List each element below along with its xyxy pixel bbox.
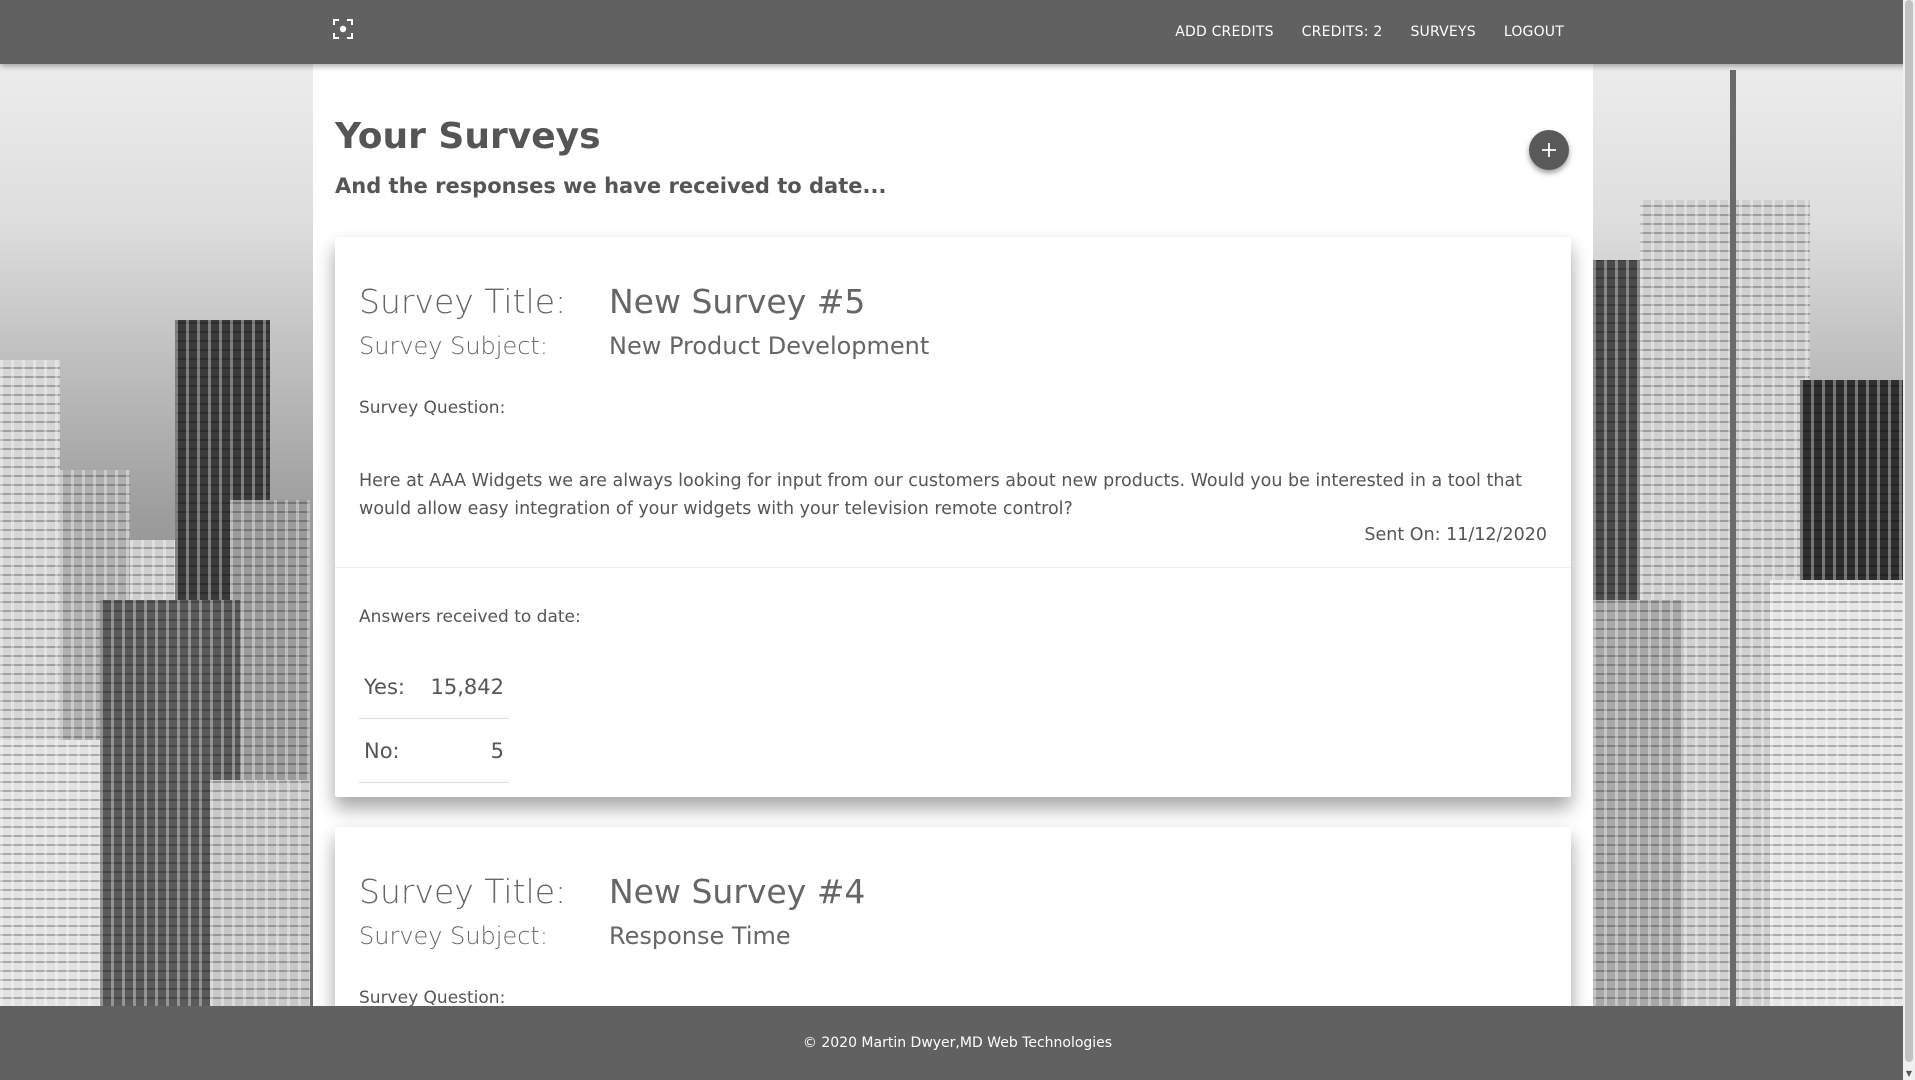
survey-question-text: Here at AAA Widgets we are always lookin… — [359, 471, 1523, 519]
survey-subject-value: New Product Development — [609, 332, 930, 360]
top-navbar: ADD CREDITS CREDITS: 2 SURVEYS LOGOUT — [0, 0, 1915, 64]
survey-title-value: New Survey #4 — [609, 872, 866, 911]
survey-subject-label: Survey Subject: — [359, 922, 548, 950]
survey-card: Survey Title: New Survey #5 Survey Subje… — [335, 237, 1571, 797]
page-subtitle: And the responses we have received to da… — [335, 174, 887, 198]
sent-on-date: Sent On: 11/12/2020 — [1364, 525, 1547, 545]
answers-received-label: Answers received to date: — [359, 607, 581, 627]
new-survey-button[interactable] — [1529, 130, 1569, 170]
nav-links: ADD CREDITS CREDITS: 2 SURVEYS LOGOUT — [1161, 0, 1578, 64]
answer-no-label: No: — [364, 738, 400, 763]
survey-title-label: Survey Title: — [359, 872, 567, 911]
answer-no-count: 5 — [490, 738, 504, 763]
logout-link[interactable]: LOGOUT — [1490, 24, 1578, 40]
answer-yes-label: Yes: — [364, 674, 405, 699]
footer-copyright: © 2020 Martin Dwyer,MD Web Technologies — [802, 1035, 1113, 1051]
survey-question-label: Survey Question: — [359, 398, 506, 418]
survey-question-label: Survey Question: — [359, 988, 506, 1006]
focus-frame-icon[interactable] — [333, 19, 353, 39]
page-title: Your Surveys — [335, 116, 601, 157]
add-credits-link[interactable]: ADD CREDITS — [1161, 24, 1287, 40]
credits-count-link[interactable]: CREDITS: 2 — [1288, 24, 1397, 40]
answers-table: Yes: 15,842 No: 5 — [359, 655, 509, 783]
survey-card: Survey Title: New Survey #4 Survey Subje… — [335, 827, 1571, 1006]
plus-icon — [1542, 143, 1556, 157]
survey-title-label: Survey Title: — [359, 282, 567, 321]
survey-subject-label: Survey Subject: — [359, 332, 548, 360]
main-content: Your Surveys And the responses we have r… — [313, 64, 1593, 1006]
footer: © 2020 Martin Dwyer,MD Web Technologies — [0, 1006, 1915, 1080]
survey-subject-value: Response Time — [609, 922, 791, 950]
survey-title-value: New Survey #5 — [609, 282, 866, 321]
scrollbar-thumb[interactable] — [1905, 0, 1913, 1062]
surveys-link[interactable]: SURVEYS — [1396, 24, 1489, 40]
answer-yes-count: 15,842 — [430, 674, 504, 699]
answer-row-yes: Yes: 15,842 — [359, 655, 509, 719]
page-scrollbar[interactable]: ▼ — [1903, 0, 1915, 1080]
scroll-down-arrow-icon[interactable]: ▼ — [1905, 1070, 1913, 1078]
card-divider — [335, 567, 1571, 568]
answer-row-no: No: 5 — [359, 719, 509, 783]
